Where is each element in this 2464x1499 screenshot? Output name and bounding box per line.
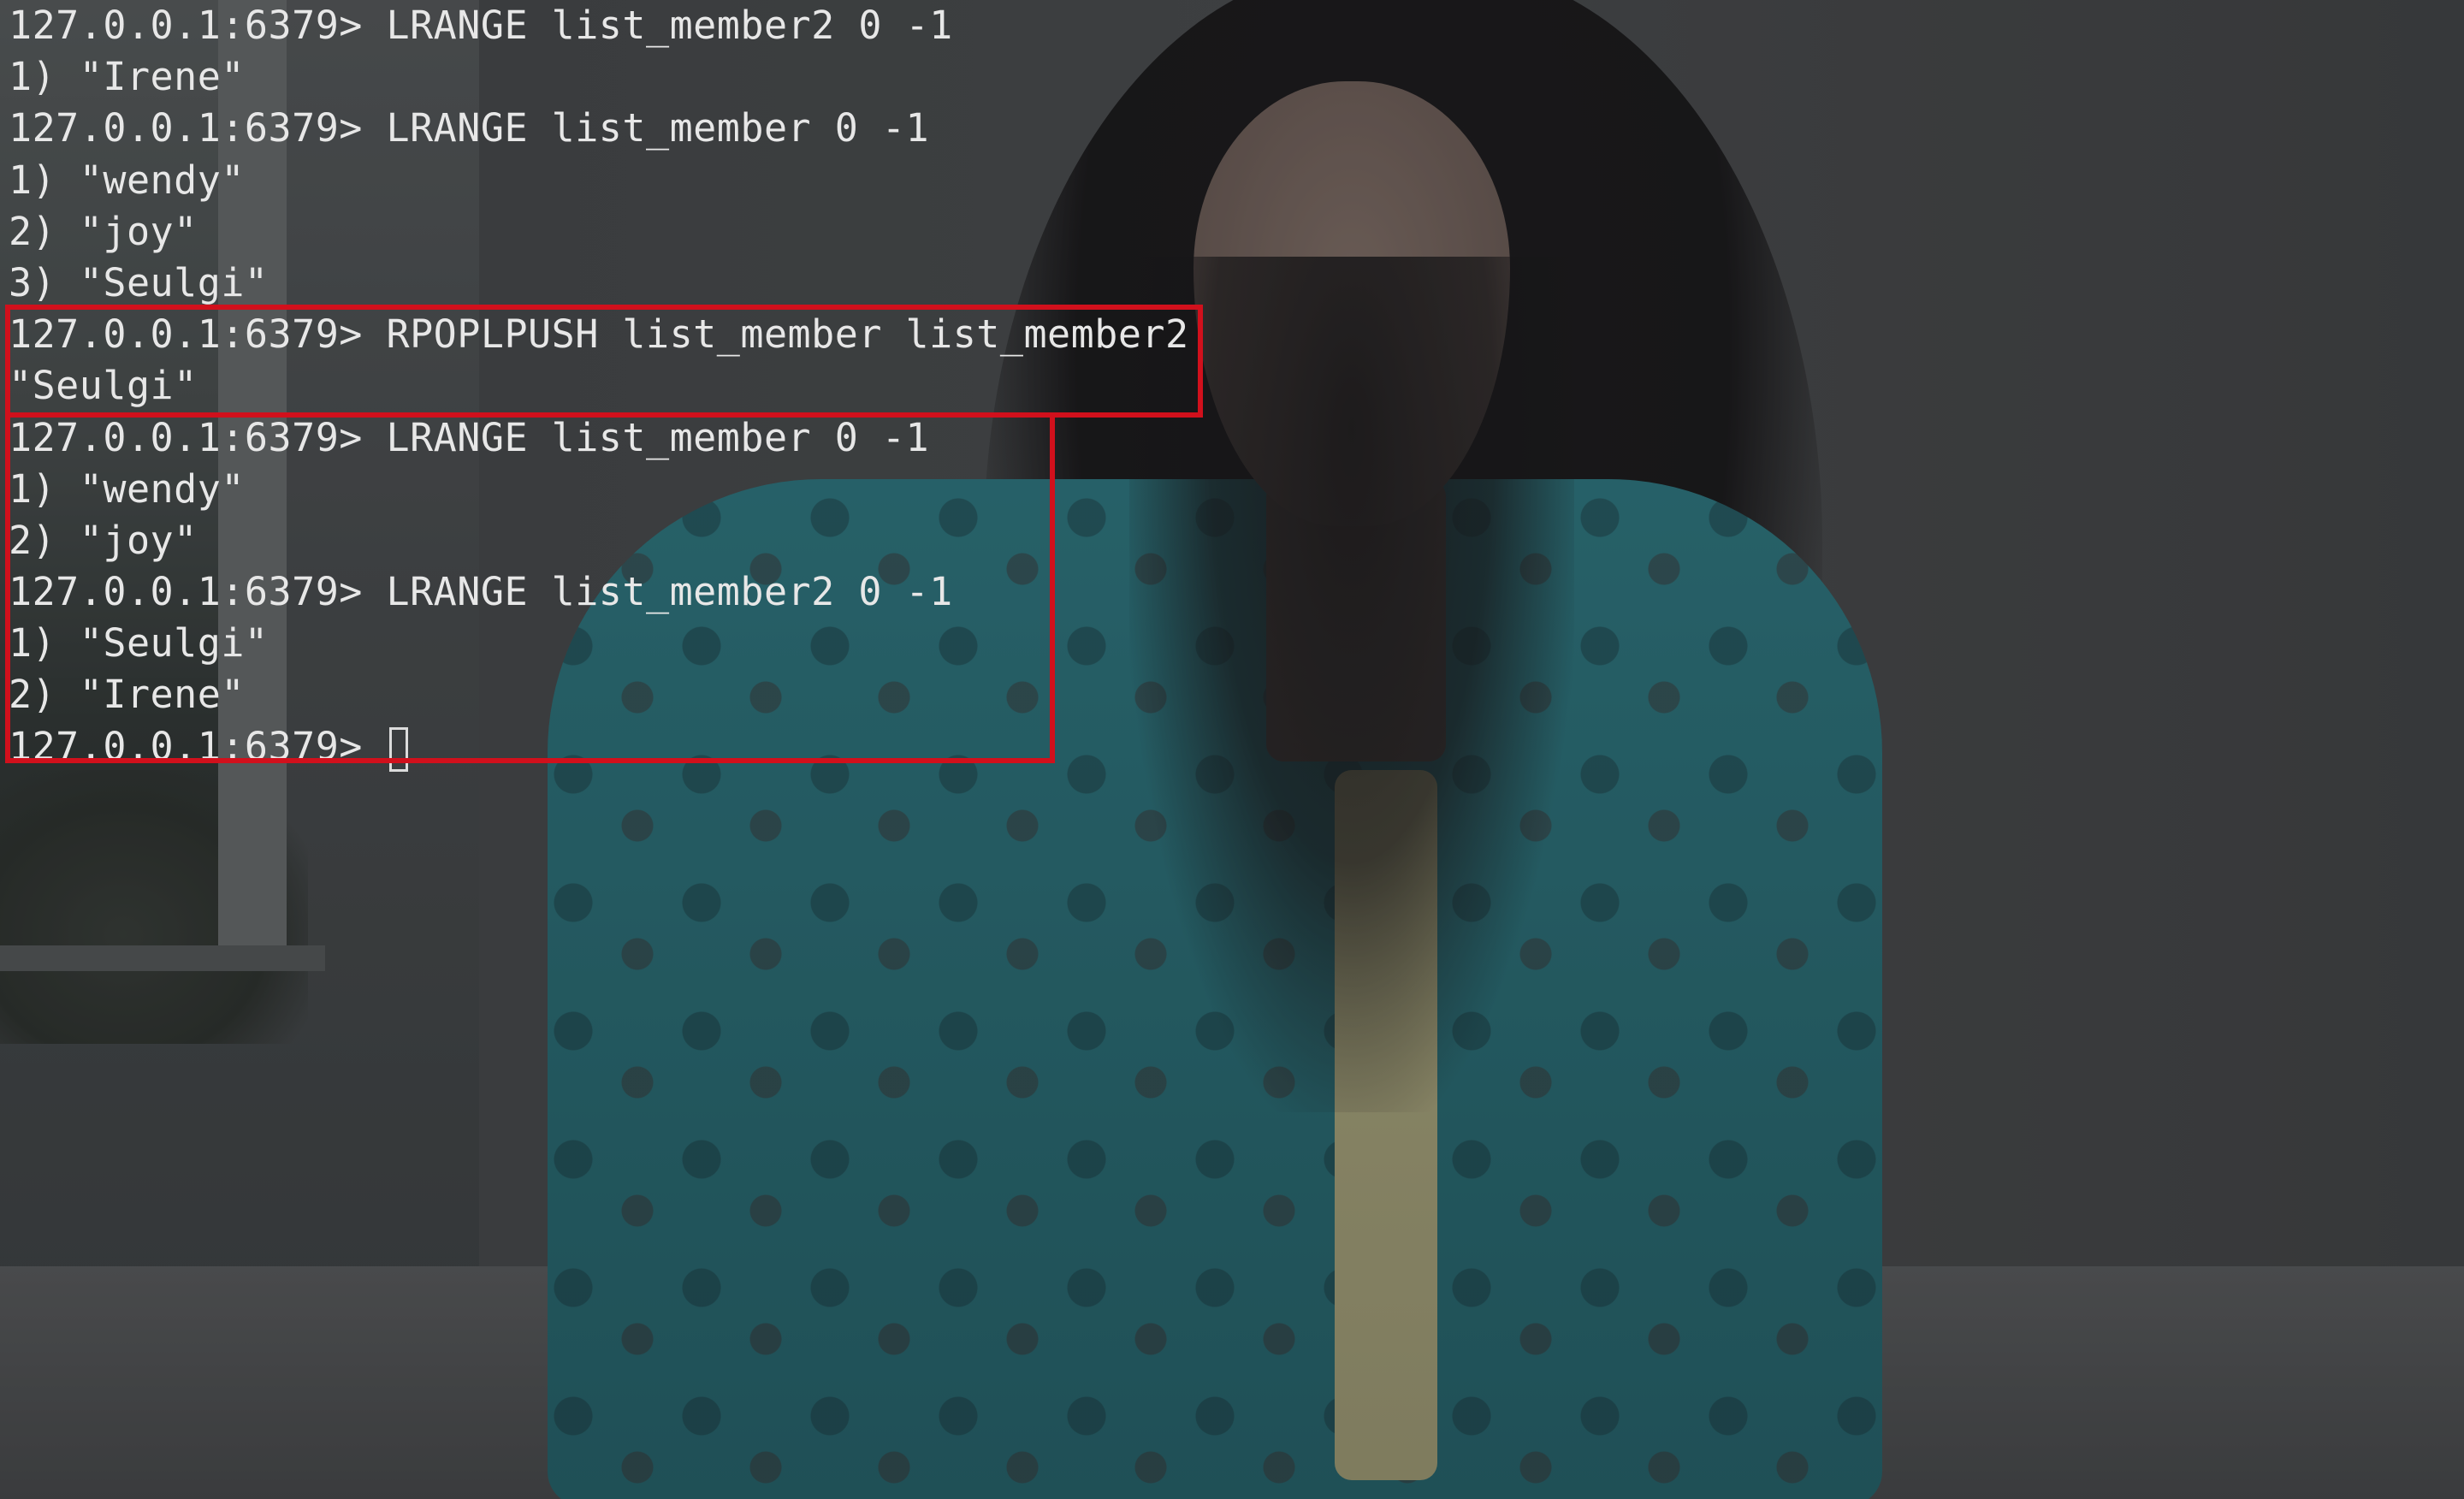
highlight-rpoplpush-box	[5, 305, 1203, 418]
command-line: 127.0.0.1:6379> LRANGE list_member2 0 -1	[9, 3, 953, 48]
output-line: 1) "wendy"	[9, 157, 245, 203]
terminal-window[interactable]: 127.0.0.1:6379> LRANGE list_member2 0 -1…	[0, 0, 2464, 1499]
output-line: 1) "Irene"	[9, 54, 245, 100]
highlight-results-box	[5, 412, 1055, 763]
output-line: 3) "Seulgi"	[9, 259, 269, 305]
output-line: 2) "joy"	[9, 208, 198, 254]
command-line: 127.0.0.1:6379> LRANGE list_member 0 -1	[9, 105, 930, 151]
